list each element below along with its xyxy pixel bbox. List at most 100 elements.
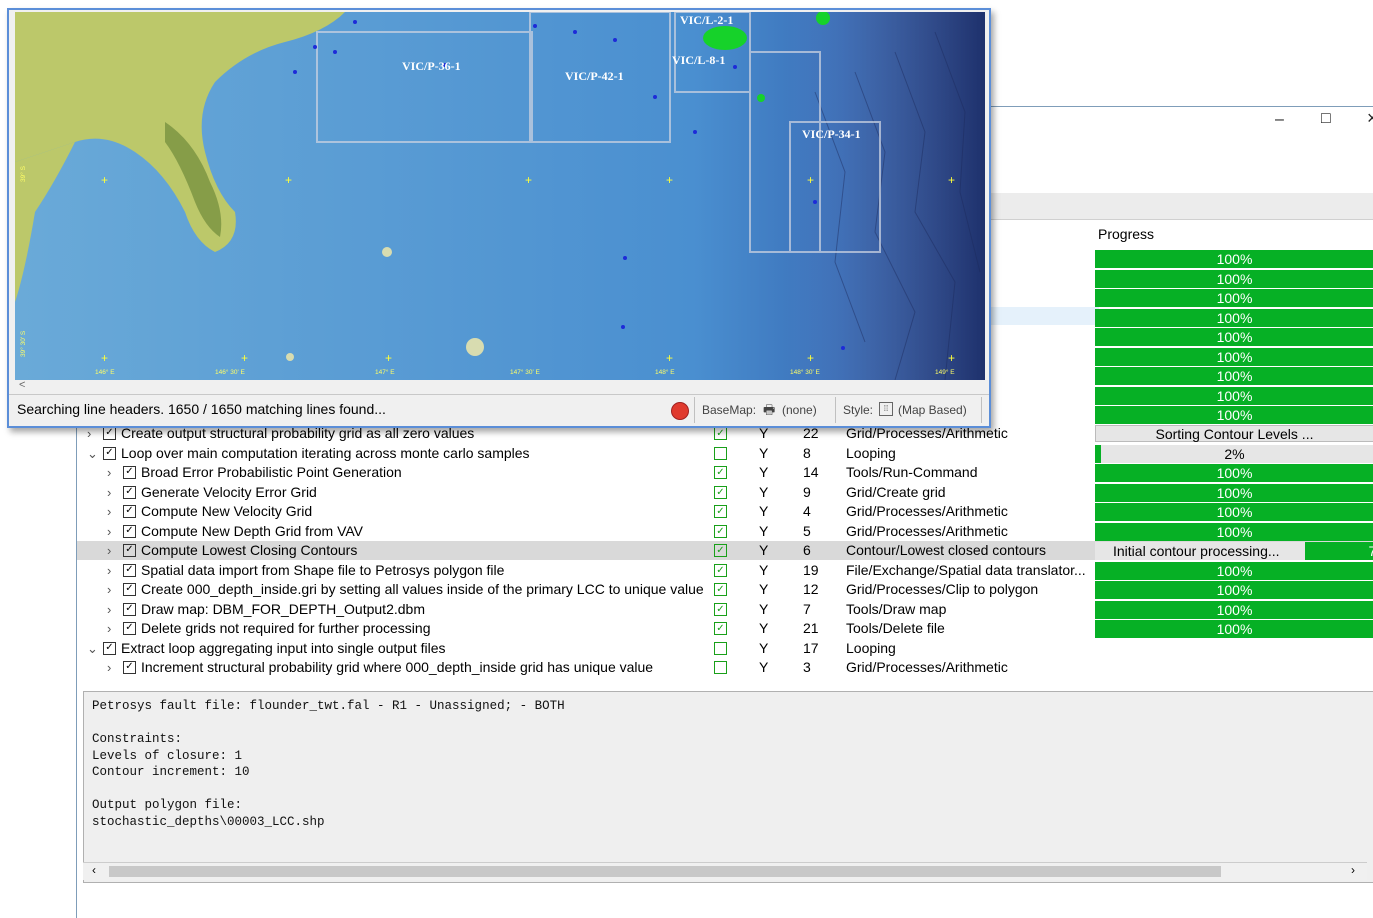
chevron-right-icon[interactable]: › <box>107 483 111 502</box>
progress-bar: 100% <box>1095 620 1373 638</box>
row-tool: Looping <box>846 639 896 656</box>
row-number: 19 <box>803 561 819 578</box>
maximize-button[interactable]: □ <box>1321 110 1331 128</box>
row-label: Compute New Velocity Grid <box>141 503 313 519</box>
svg-text:+: + <box>948 173 955 187</box>
chevron-down-icon[interactable]: ⌄ <box>87 639 98 658</box>
row-tool: Contour/Lowest closed contours <box>846 542 1046 558</box>
horizontal-scrollbar[interactable]: ‹ › <box>83 862 1367 880</box>
enabled-checkbox[interactable]: ✓ <box>714 485 727 499</box>
basemap-label: BaseMap: <box>702 403 757 417</box>
block-label: VIC/P-42-1 <box>565 69 624 83</box>
svg-text:+: + <box>666 173 673 187</box>
stop-icon[interactable] <box>671 402 689 420</box>
chevron-down-icon[interactable]: ⌄ <box>87 444 98 463</box>
row-tool: Grid/Processes/Clip to polygon <box>846 581 1039 597</box>
row-number: 4 <box>803 503 811 519</box>
enabled-checkbox[interactable]: ✓ <box>714 602 727 616</box>
enabled-checkbox[interactable]: ✓ <box>714 505 727 518</box>
basemap-value[interactable]: (none) <box>782 403 817 417</box>
row-checkbox[interactable]: ✓ <box>123 583 136 596</box>
chevron-right-icon[interactable]: › <box>107 463 111 482</box>
chevron-right-icon[interactable]: › <box>107 619 111 638</box>
chevron-right-icon[interactable]: › <box>107 561 111 580</box>
row-checkbox[interactable]: ✓ <box>123 466 136 479</box>
enabled-checkbox[interactable] <box>714 446 727 460</box>
row-checkbox[interactable]: ✓ <box>123 622 136 635</box>
row-checkbox[interactable]: ✓ <box>103 641 116 655</box>
row-flag: Y <box>759 464 769 480</box>
row-checkbox[interactable]: ✓ <box>123 524 136 538</box>
progress-percent: 79% <box>1368 543 1373 559</box>
row-number: 5 <box>803 522 811 539</box>
svg-text:+: + <box>948 351 955 365</box>
enabled-checkbox[interactable] <box>714 641 727 655</box>
longitude-tick: 148° 30' E <box>790 368 821 376</box>
tree-row[interactable]: › ✓ Increment structural probability grid … <box>77 658 1373 677</box>
minimize-button[interactable]: – <box>1275 111 1284 129</box>
row-checkbox[interactable]: ✓ <box>123 661 136 674</box>
chevron-right-icon[interactable]: › <box>107 600 111 619</box>
chevron-right-icon[interactable]: › <box>107 502 111 521</box>
scroll-thumb[interactable] <box>109 866 1221 877</box>
progress-bar: 100% <box>1095 464 1373 482</box>
map-scroll-left[interactable]: < <box>19 379 25 391</box>
row-label: Spatial data import from Shape file to P… <box>141 561 505 578</box>
row-checkbox[interactable]: ✓ <box>123 505 136 518</box>
close-button[interactable]: × <box>1367 108 1373 129</box>
row-number: 9 <box>803 483 811 500</box>
chevron-right-icon[interactable]: › <box>107 541 111 560</box>
enabled-checkbox[interactable]: ✓ <box>714 583 727 596</box>
chevron-right-icon[interactable]: › <box>107 580 111 599</box>
row-flag: Y <box>759 522 769 539</box>
chevron-right-icon[interactable]: › <box>107 658 111 677</box>
progress-bar: 100% <box>1095 250 1373 268</box>
longitude-tick: 147° 30' E <box>510 368 541 376</box>
svg-text:+: + <box>385 351 392 365</box>
row-flag: Y <box>759 542 769 558</box>
enabled-checkbox[interactable]: ✓ <box>714 466 727 479</box>
style-value[interactable]: (Map Based) <box>898 403 967 417</box>
row-checkbox[interactable]: ✓ <box>103 446 116 460</box>
progress-bar: 2% <box>1095 444 1373 463</box>
progress-bar: 100% <box>1095 503 1373 521</box>
grid-style-icon[interactable]: ⁞⁞ <box>879 402 893 416</box>
progress-column-header[interactable]: Progress <box>1098 226 1154 242</box>
row-number: 21 <box>803 620 819 636</box>
row-flag: Y <box>759 600 769 617</box>
map-canvas[interactable]: + + + + + + + + + + + + VIC/P-36-1 VIC/P-42-1 VIC/L-… <box>15 12 985 380</box>
enabled-checkbox[interactable]: ✓ <box>714 524 727 538</box>
enabled-checkbox[interactable]: ✓ <box>714 544 727 557</box>
row-flag: Y <box>759 561 769 578</box>
row-checkbox[interactable]: ✓ <box>123 544 136 557</box>
svg-text:+: + <box>241 351 248 365</box>
row-checkbox[interactable]: ✓ <box>123 602 136 616</box>
chevron-right-icon[interactable]: › <box>107 522 111 541</box>
island <box>286 353 294 361</box>
enabled-checkbox[interactable]: ✓ <box>714 427 727 440</box>
row-checkbox[interactable]: ✓ <box>123 485 136 499</box>
row-flag: Y <box>759 659 769 675</box>
row-checkbox[interactable]: ✓ <box>103 427 116 440</box>
row-label: Create 000_depth_inside.gri by setting a… <box>141 581 704 597</box>
scroll-right-arrow[interactable]: › <box>1351 863 1355 877</box>
progress-bar: 100% <box>1095 600 1373 619</box>
printer-icon[interactable]: 🖶 <box>763 401 775 423</box>
tree-row[interactable]: ⌄ ✓ Extract loop aggregating input into si… <box>77 639 1373 658</box>
map-hscroll[interactable]: < <box>15 379 985 394</box>
map-status-bar: Searching line headers. 1650 / 1650 matc… <box>9 394 989 425</box>
row-number: 8 <box>803 444 811 461</box>
island <box>382 247 392 257</box>
enabled-checkbox[interactable] <box>714 661 727 674</box>
enabled-checkbox[interactable]: ✓ <box>714 563 727 577</box>
scroll-left-arrow[interactable]: ‹ <box>92 863 96 877</box>
progress-bar: 100% <box>1095 289 1373 307</box>
block-label: VIC/P-36-1 <box>402 59 461 73</box>
row-checkbox[interactable]: ✓ <box>123 563 136 577</box>
svg-text:+: + <box>525 173 532 187</box>
progress-percent: 2% <box>1224 445 1245 462</box>
row-number: 6 <box>803 542 811 558</box>
selected-row-strip <box>987 307 1099 325</box>
enabled-checkbox[interactable]: ✓ <box>714 622 727 635</box>
row-flag: Y <box>759 483 769 500</box>
